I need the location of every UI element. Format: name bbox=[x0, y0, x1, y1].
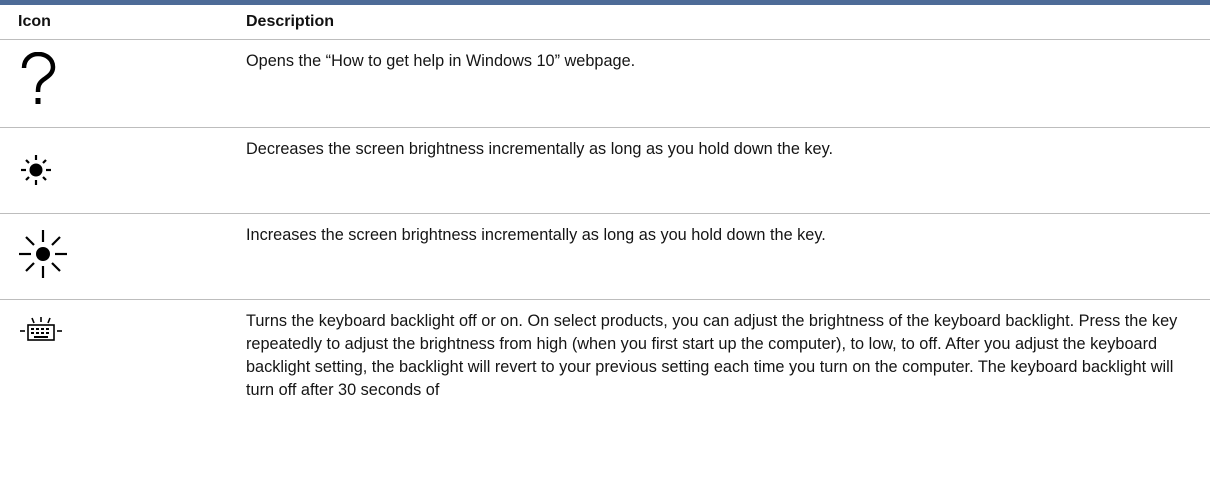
function-key-table: Icon Description Opens the “How to get h… bbox=[0, 0, 1210, 440]
table-row: Decreases the screen brightness incremen… bbox=[0, 128, 1210, 214]
table-row: Increases the screen brightness incremen… bbox=[0, 214, 1210, 300]
header-description-column: Description bbox=[246, 13, 335, 30]
icon-cell bbox=[0, 300, 246, 440]
icon-cell bbox=[0, 40, 246, 127]
question-mark-icon bbox=[21, 52, 56, 104]
description-cell: Increases the screen brightness incremen… bbox=[246, 226, 826, 244]
icon-cell bbox=[0, 128, 246, 213]
icon-cell bbox=[0, 214, 246, 299]
table-row: Turns the keyboard backlight off or on. … bbox=[0, 300, 1210, 440]
description-cell: Opens the “How to get help in Windows 10… bbox=[246, 52, 636, 70]
brightness-down-icon bbox=[21, 155, 51, 185]
table-row: Opens the “How to get help in Windows 10… bbox=[0, 40, 1210, 128]
description-cell: Turns the keyboard backlight off or on. … bbox=[246, 312, 1178, 399]
header-icon-column: Icon bbox=[18, 13, 51, 30]
keyboard-backlight-icon bbox=[20, 317, 62, 341]
brightness-up-icon bbox=[19, 230, 67, 278]
table-header-row: Icon Description bbox=[0, 5, 1210, 40]
description-cell: Decreases the screen brightness incremen… bbox=[246, 140, 834, 158]
